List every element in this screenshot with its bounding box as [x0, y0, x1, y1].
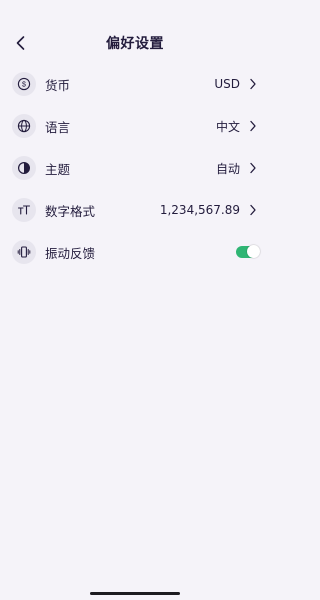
number-format-row[interactable]: 数字格式 1,234,567.89 — [0, 189, 270, 231]
haptics-label: 振动反馈 — [45, 245, 96, 261]
chevron-right-icon — [248, 162, 258, 174]
theme-value: 自动 — [215, 161, 240, 176]
language-value: 中文 — [215, 119, 240, 134]
header: 偏好设置 — [0, 28, 270, 58]
globe-icon — [12, 114, 36, 138]
page-title: 偏好设置 — [106, 36, 164, 52]
currency-row[interactable]: $ 货币 USD — [0, 63, 270, 105]
language-row[interactable]: 语言 中文 — [0, 105, 270, 147]
chevron-right-icon — [248, 78, 258, 90]
currency-label: 货币 — [45, 77, 71, 93]
dollar-coin-icon: $ — [12, 72, 36, 96]
preferences-screen: 偏好设置 $ 货币 USD 语言 中文 主题 自动 数字格式 1,234,567… — [0, 0, 270, 600]
currency-value: USD — [214, 77, 240, 91]
chevron-right-icon — [248, 120, 258, 132]
half-circle-contrast-icon — [12, 156, 36, 180]
vibration-icon — [12, 240, 36, 264]
language-label: 语言 — [45, 119, 71, 135]
toggle-knob — [247, 245, 260, 258]
settings-list: $ 货币 USD 语言 中文 主题 自动 数字格式 1,234,567.89 振… — [0, 63, 270, 273]
theme-row[interactable]: 主题 自动 — [0, 147, 270, 189]
haptics-toggle[interactable] — [236, 245, 260, 258]
home-indicator — [90, 592, 180, 595]
number-format-value: 1,234,567.89 — [159, 203, 240, 217]
chevron-right-icon — [248, 204, 258, 216]
theme-label: 主题 — [45, 161, 71, 177]
svg-text:$: $ — [22, 82, 26, 89]
text-size-icon — [12, 198, 36, 222]
number-format-label: 数字格式 — [45, 203, 96, 219]
haptics-row: 振动反馈 — [0, 231, 270, 273]
